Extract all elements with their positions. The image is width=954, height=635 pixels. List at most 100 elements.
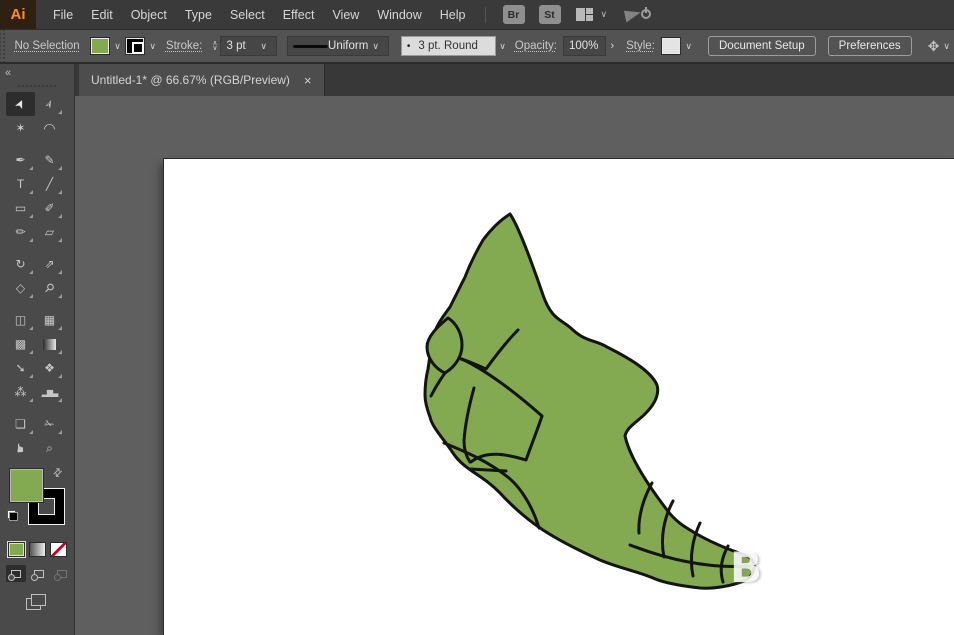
illustrator-logo[interactable]: Ai	[0, 0, 36, 29]
shape-builder-tool[interactable]: ◫	[6, 308, 35, 332]
preferences-button[interactable]: Preferences	[828, 36, 912, 56]
default-fill-stroke-icon[interactable]	[7, 510, 18, 521]
width-profile-dropdown[interactable]: Uniform ∨	[287, 36, 389, 56]
artboard[interactable]: B	[164, 159, 954, 635]
screen-mode-button[interactable]	[26, 594, 46, 608]
style-swatch[interactable]	[661, 37, 682, 55]
menu-item-select[interactable]: Select	[221, 0, 274, 29]
collapse-panel-icon[interactable]: «	[0, 64, 74, 79]
brush-value: 3 pt. Round	[418, 40, 477, 52]
zoom-tool[interactable]: ⌕	[35, 436, 64, 460]
menu-item-type[interactable]: Type	[176, 0, 221, 29]
tools-panel-grip[interactable]	[17, 84, 57, 88]
stroke-weight-field[interactable]: 3 pt ∨	[220, 36, 276, 56]
opacity-label[interactable]: Opacity:	[515, 40, 557, 52]
stroke-label[interactable]: Stroke:	[166, 40, 202, 52]
stroke-chevron-icon[interactable]: ∨	[145, 39, 160, 54]
selection-status[interactable]: No Selection	[14, 40, 79, 52]
gradient-tool[interactable]	[35, 332, 64, 356]
stroke-color-swatch[interactable]	[125, 37, 146, 55]
width-profile-value: Uniform	[328, 40, 368, 52]
pen-tool[interactable]: ✒	[6, 148, 35, 172]
workspace-chevron-icon[interactable]: ∨	[601, 9, 608, 20]
width-icon: ◇	[16, 281, 25, 295]
fill-chevron-icon[interactable]: ∨	[110, 39, 125, 54]
direct-selection-tool[interactable]: ➢	[35, 92, 64, 116]
artwork-foot-notch-line[interactable]	[470, 469, 506, 471]
rotate-tool[interactable]: ↻	[6, 252, 35, 276]
fill-color-swatch[interactable]	[90, 37, 111, 55]
opacity-field[interactable]: 100%	[563, 36, 606, 56]
swap-fill-stroke-icon[interactable]: ⇄	[50, 465, 66, 481]
brush-chevron-icon[interactable]: ∨	[496, 39, 509, 54]
blend-tool[interactable]: ❖	[35, 356, 64, 380]
color-button[interactable]	[8, 542, 25, 557]
puppet-warp-icon: ⚲	[41, 280, 57, 296]
stroke-weight-stepper[interactable]: ∧ ∨	[212, 41, 217, 51]
eraser-icon: ▱	[45, 225, 54, 239]
workspace-switcher-icon[interactable]	[576, 8, 593, 21]
extra-chevron-icon[interactable]: ∨	[939, 39, 954, 54]
menu-item-object[interactable]: Object	[122, 0, 176, 29]
gradient-button[interactable]	[29, 542, 46, 557]
puppet-warp-tool[interactable]: ⚲	[35, 276, 64, 300]
line-segment-tool[interactable]: ╱	[35, 172, 64, 196]
stroke-weight-value: 3 pt	[226, 40, 245, 52]
menu-item-effect[interactable]: Effect	[274, 0, 324, 29]
close-tab-icon[interactable]: ×	[304, 73, 312, 88]
mesh-icon: ▩	[15, 337, 26, 351]
step-down-icon[interactable]: ∨	[212, 46, 217, 51]
opacity-more-icon[interactable]: ›	[606, 40, 620, 52]
curvature-tool[interactable]: ✎	[35, 148, 64, 172]
line-segment-icon: ╱	[46, 177, 53, 191]
menu-item-file[interactable]: File	[44, 0, 82, 29]
magic-wand-tool[interactable]: ✶	[6, 116, 35, 140]
artwork-body-outline[interactable]	[425, 214, 754, 588]
selection-icon: ➤	[12, 96, 29, 111]
column-graph-icon: ▂▆▃	[42, 388, 57, 397]
slice-tool[interactable]: ✁	[35, 412, 64, 436]
rectangle-tool[interactable]: ▭	[6, 196, 35, 220]
draw-normal-button[interactable]	[6, 565, 26, 582]
width-profile-chevron-icon[interactable]: ∨	[368, 39, 383, 54]
eraser-tool[interactable]: ▱	[35, 220, 64, 244]
selection-tools-icon[interactable]: ✥	[928, 38, 940, 55]
tools-grid: ➤ ➢✶◠✒✎T ╱ ▭✐✏ ▱ ↻⇗ ◇ ⚲ ◫ ▦ ▩ ➘ ❖⁂ ▂▆▃ ❏✁☛⌕	[6, 92, 68, 460]
draw-behind-button[interactable]	[29, 565, 49, 582]
menu-item-edit[interactable]: Edit	[82, 0, 122, 29]
style-chevron-icon[interactable]: ∨	[681, 39, 696, 54]
menu-item-window[interactable]: Window	[368, 0, 430, 29]
scale-tool[interactable]: ⇗	[35, 252, 64, 276]
draw-inside-button[interactable]	[52, 565, 72, 582]
control-bar-grip[interactable]	[0, 30, 6, 62]
paintbrush-tool[interactable]: ✐	[35, 196, 64, 220]
shaper-tool[interactable]: ✏	[6, 220, 35, 244]
lasso-tool[interactable]: ◠	[35, 116, 64, 140]
hand-tool[interactable]: ☛	[6, 436, 35, 460]
menu-item-view[interactable]: View	[323, 0, 368, 29]
bridge-button[interactable]: Br	[503, 5, 525, 24]
metapod-artwork[interactable]	[164, 159, 954, 635]
artboard-tool[interactable]: ❏	[6, 412, 35, 436]
document-tab[interactable]: Untitled-1* @ 66.67% (RGB/Preview) ×	[79, 64, 325, 96]
shape-builder-icon: ◫	[15, 313, 26, 327]
sync-share-icon[interactable]	[625, 7, 651, 23]
column-graph-tool[interactable]: ▂▆▃	[35, 380, 64, 404]
type-tool[interactable]: T	[6, 172, 35, 196]
eyedropper-tool[interactable]: ➘	[6, 356, 35, 380]
symbol-sprayer-tool[interactable]: ⁂	[6, 380, 35, 404]
document-setup-button[interactable]: Document Setup	[708, 36, 816, 56]
perspective-grid-tool[interactable]: ▦	[35, 308, 64, 332]
fill-indicator[interactable]	[9, 468, 44, 503]
mesh-tool[interactable]: ▩	[6, 332, 35, 356]
none-button[interactable]	[50, 542, 67, 557]
eyedropper-icon: ➘	[15, 361, 25, 375]
width-tool[interactable]: ◇	[6, 276, 35, 300]
selection-tool[interactable]: ➤	[6, 92, 35, 116]
stock-button[interactable]: St	[539, 5, 561, 24]
canvas-pasteboard[interactable]: B	[75, 96, 954, 635]
brush-dropdown[interactable]: • 3 pt. Round	[401, 36, 496, 56]
style-label[interactable]: Style:	[626, 40, 655, 52]
menu-item-help[interactable]: Help	[431, 0, 475, 29]
stroke-weight-chevron-icon[interactable]: ∨	[256, 39, 271, 54]
